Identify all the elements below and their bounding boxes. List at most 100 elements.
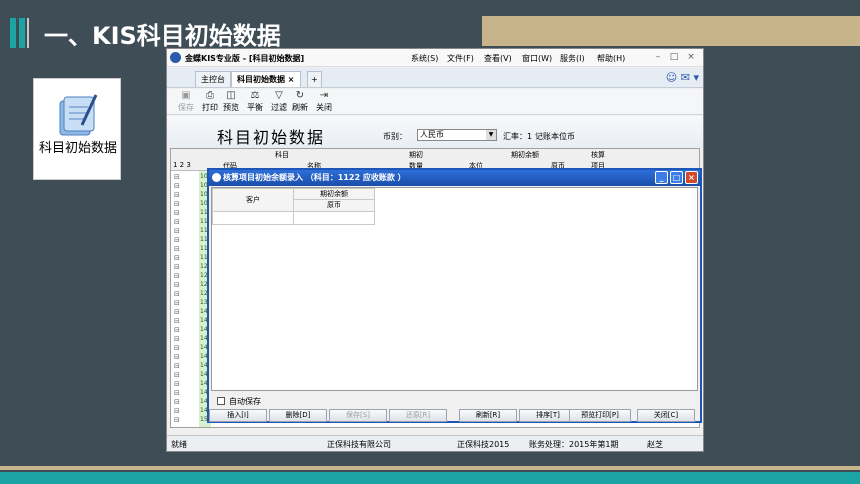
app-titlebar: 金蝶KIS专业版 - [科目初始数据] 系统(S) 文件(F) 查看(V) 窗口… xyxy=(167,49,703,67)
status-ready: 就绪 xyxy=(171,440,187,449)
save-button[interactable]: ▣ 保存 xyxy=(175,90,197,113)
outline-toggle-icon[interactable]: ⊟ xyxy=(174,344,196,352)
chevron-down-icon: ▼ xyxy=(486,130,496,140)
outline-toggle-icon[interactable]: ⊟ xyxy=(174,335,196,343)
save-label: 保存 xyxy=(178,103,194,112)
tab-subject-init-data[interactable]: 科目初始数据 × xyxy=(231,71,301,87)
outline-toggle-icon[interactable]: ⊟ xyxy=(174,272,196,280)
tab-close-icon[interactable]: × xyxy=(288,75,295,84)
preview-label: 预览 xyxy=(223,103,239,112)
col-opening-balance: 期初余额 xyxy=(511,151,539,159)
preview-button[interactable]: ◫ 预览 xyxy=(220,90,242,113)
maximize-icon[interactable]: □ xyxy=(667,51,681,64)
print-label: 打印 xyxy=(202,103,218,112)
tab-label: 科目初始数据 xyxy=(237,75,285,84)
base-currency-note: 记账本位币 xyxy=(535,132,575,141)
refresh-label: 刷新 xyxy=(292,103,308,112)
status-user: 赵芝 xyxy=(647,440,663,449)
original-cell[interactable] xyxy=(293,211,375,225)
smiley-icon[interactable]: ☺ xyxy=(666,71,677,84)
outline-toggle-icon[interactable]: ⊟ xyxy=(174,317,196,325)
close-icon[interactable]: × xyxy=(685,171,698,184)
close-button[interactable]: ⇥ 关闭 xyxy=(313,90,335,113)
close-label: 关闭 xyxy=(316,103,332,112)
title-accent-bar xyxy=(19,18,25,48)
menu-view[interactable]: 查看(V) xyxy=(484,53,512,64)
minimize-icon[interactable]: _ xyxy=(655,171,668,184)
page-header: 科目初始数据 币别： 人民币 ▼ 汇率：1 记账本位币 xyxy=(167,116,703,148)
menu-window[interactable]: 窗口(W) xyxy=(522,53,552,64)
dialog-titlebar: 核算项目初始余额录入 （科目：1122 应收账款 ） _ □ × xyxy=(209,170,700,186)
new-tab-icon[interactable]: + xyxy=(307,71,322,87)
outline-toggle-icon[interactable]: ⊟ xyxy=(174,362,196,370)
outline-toggle-icon[interactable]: ⊟ xyxy=(174,182,196,190)
minimize-icon[interactable]: – xyxy=(651,51,665,64)
tab-main-console[interactable]: 主控台 xyxy=(195,71,231,87)
outline-toggle-icon[interactable]: ⊟ xyxy=(174,173,196,181)
col-opening: 期初 xyxy=(409,151,423,159)
feature-icon-card[interactable]: 科目初始数据 xyxy=(33,78,121,180)
outline-toggle-icon[interactable]: ⊟ xyxy=(174,389,196,397)
menu-system[interactable]: 系统(S) xyxy=(411,53,438,64)
outline-toggle-icon[interactable]: ⊟ xyxy=(174,299,196,307)
outline-level-buttons[interactable]: 1 2 3 xyxy=(173,161,191,169)
insert-button[interactable]: 插入[I] xyxy=(209,409,267,422)
outline-toggle-icon[interactable]: ⊟ xyxy=(174,407,196,415)
outline-toggle-icon[interactable]: ⊟ xyxy=(174,227,196,235)
balance-button[interactable]: ⚖ 平衡 xyxy=(244,90,266,113)
outline-toggle-icon[interactable]: ⊟ xyxy=(174,263,196,271)
maximize-icon[interactable]: □ xyxy=(670,171,683,184)
dialog-table[interactable]: 客户 期初余额 原币 xyxy=(211,187,698,391)
outline-toggle-icon[interactable]: ⊟ xyxy=(174,380,196,388)
slide-title: 一、KIS科目初始数据 xyxy=(44,22,281,50)
outline-toggle-icon[interactable]: ⊟ xyxy=(174,353,196,361)
outline-toggle-icon[interactable]: ⊟ xyxy=(174,200,196,208)
delete-button[interactable]: 删除[D] xyxy=(269,409,327,422)
icon-card-label: 科目初始数据 xyxy=(38,141,117,156)
tab-bar: 主控台 科目初始数据 × + ☺ ✉ ▾ xyxy=(167,68,703,88)
outline-toggle-icon[interactable]: ⊟ xyxy=(174,191,196,199)
close-icon[interactable]: × xyxy=(684,51,698,64)
outline-toggle-icon[interactable]: ⊟ xyxy=(174,218,196,226)
outline-toggle-icon[interactable]: ⊟ xyxy=(174,281,196,289)
outline-toggle-icon[interactable]: ⊟ xyxy=(174,245,196,253)
outline-toggle-icon[interactable]: ⊟ xyxy=(174,290,196,298)
menu-help[interactable]: 帮助(H) xyxy=(597,53,625,64)
outline-toggle-icon[interactable]: ⊟ xyxy=(174,308,196,316)
tab-tools: ☺ ✉ ▾ xyxy=(666,71,699,84)
customer-cell[interactable] xyxy=(212,211,294,225)
outline-toggle-icon[interactable]: ⊟ xyxy=(174,326,196,334)
outline-toggle-icon[interactable]: ⊟ xyxy=(174,371,196,379)
page-title: 科目初始数据 xyxy=(217,128,326,147)
save-button[interactable]: 保存[S] xyxy=(329,409,387,422)
message-icon[interactable]: ✉ xyxy=(681,71,690,84)
app-title: 金蝶KIS专业版 - [科目初始数据] xyxy=(185,54,305,63)
refresh-icon: ↻ xyxy=(295,90,305,101)
menu-service[interactable]: 服务(I) xyxy=(560,53,585,64)
outline-toggle-icon[interactable]: ⊟ xyxy=(174,398,196,406)
refresh-button[interactable]: ↻ 刷新 xyxy=(289,90,311,113)
dialog-logo-icon xyxy=(212,173,221,182)
app-logo-icon xyxy=(170,52,181,63)
header-band xyxy=(482,16,860,46)
outline-toggle-icon[interactable]: ⊟ xyxy=(174,209,196,217)
print-button[interactable]: ⎙ 打印 xyxy=(199,90,221,113)
autosave-checkbox[interactable]: 自动保存 xyxy=(217,396,261,407)
print-preview-button[interactable]: 预览打印[P] xyxy=(569,409,631,422)
close-button[interactable]: 关闭[C] xyxy=(637,409,695,422)
status-period: 账务处理：2015年第1期 xyxy=(529,440,619,449)
status-bar: 就绪 正保科技有限公司 正保科技2015 账务处理：2015年第1期 赵芝 xyxy=(167,435,703,451)
currency-select[interactable]: 人民币 ▼ xyxy=(417,129,497,141)
col-check: 核算 xyxy=(591,151,605,159)
filter-button[interactable]: ▽ 过滤 xyxy=(268,90,290,113)
outline-toggle-icon[interactable]: ⊟ xyxy=(174,254,196,262)
menu-file[interactable]: 文件(F) xyxy=(447,53,474,64)
checkbox-box xyxy=(217,397,225,405)
printer-icon: ⎙ xyxy=(206,90,214,101)
refresh-button[interactable]: 刷新[R] xyxy=(459,409,517,422)
chevron-down-icon[interactable]: ▾ xyxy=(693,71,699,84)
outline-toggle-icon[interactable]: ⊟ xyxy=(174,416,196,424)
restore-button[interactable]: 还原[R] xyxy=(389,409,447,422)
notebook-pen-icon xyxy=(59,94,98,136)
outline-toggle-icon[interactable]: ⊟ xyxy=(174,236,196,244)
